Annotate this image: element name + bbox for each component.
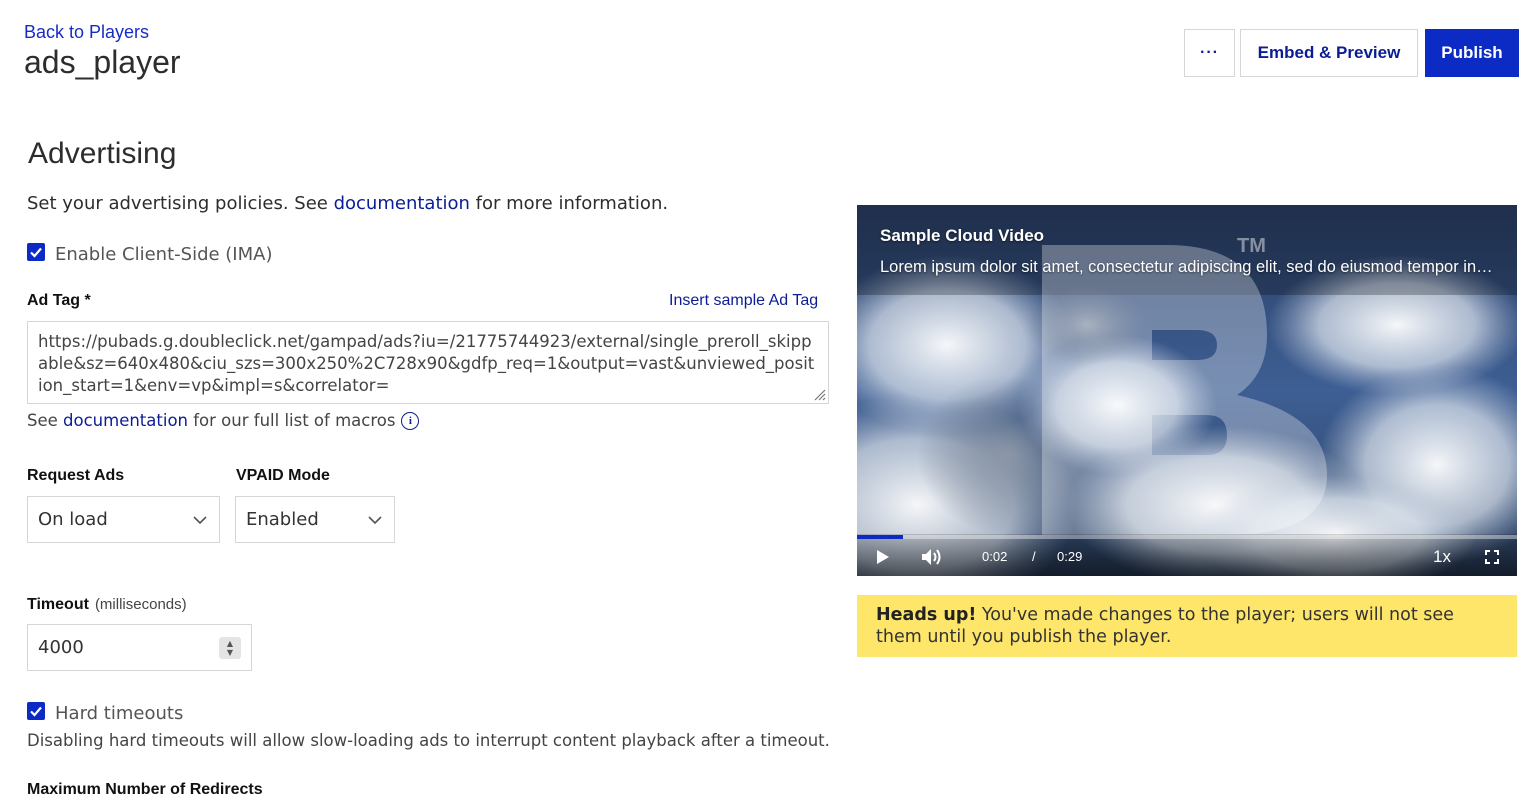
request-ads-select[interactable]: On load	[27, 496, 220, 543]
ad-tag-value: https://pubads.g.doubleclick.net/gampad/…	[38, 332, 815, 395]
intro-text: Set your advertising policies. See	[27, 193, 334, 214]
chevron-down-icon	[193, 515, 207, 524]
back-to-players-link[interactable]: Back to Players	[24, 22, 149, 43]
progress-fill	[857, 535, 904, 539]
publish-button[interactable]: Publish	[1425, 29, 1519, 77]
ad-tag-textarea[interactable]: https://pubads.g.doubleclick.net/gampad/…	[27, 321, 829, 404]
volume-icon[interactable]	[921, 547, 943, 567]
trademark: TM	[1237, 235, 1266, 257]
timeout-unit: (milliseconds)	[94, 596, 187, 613]
enable-ima-label: Enable Client-Side (IMA)	[55, 244, 273, 265]
logo-watermark: TM	[1037, 235, 1347, 535]
intro-suffix: for more information.	[469, 193, 669, 214]
check-icon	[30, 247, 42, 258]
insert-sample-ad-tag-link[interactable]: Insert sample Ad Tag	[669, 292, 818, 310]
video-description: Lorem ipsum dolor sit amet, consectetur …	[880, 258, 1495, 276]
macro-prefix: See	[27, 411, 64, 430]
hard-timeouts-hint: Disabling hard timeouts will allow slow-…	[27, 731, 830, 750]
check-icon	[30, 706, 42, 717]
hard-timeouts-checkbox[interactable]	[27, 702, 45, 720]
stepper-up-icon[interactable]: ▲	[227, 639, 233, 648]
info-icon[interactable]: i	[401, 411, 420, 430]
timeout-value: 4000	[38, 637, 84, 658]
notice-title: Heads up!	[876, 605, 977, 625]
timeout-input[interactable]: 4000 ▲ ▼	[27, 624, 252, 671]
embed-preview-button[interactable]: Embed & Preview	[1240, 29, 1418, 77]
video-player[interactable]: TM Sample Cloud Video Lorem ipsum dolor …	[857, 205, 1517, 576]
vpaid-mode-label: VPAID Mode	[236, 467, 330, 484]
page-title: ads_player	[24, 44, 181, 80]
vpaid-mode-value: Enabled	[246, 509, 319, 530]
timeout-label-text: Timeout	[27, 596, 89, 613]
documentation-link[interactable]: documentation	[334, 193, 470, 214]
playback-speed-button[interactable]: 1x	[1433, 547, 1451, 567]
current-time: 0:02	[982, 549, 1008, 564]
hard-timeouts-label: Hard timeouts	[55, 703, 184, 724]
ad-tag-label: Ad Tag *	[27, 292, 91, 309]
time-separator: /	[1032, 549, 1036, 564]
macro-suffix: for our full list of macros	[188, 411, 396, 430]
section-intro: Set your advertising policies. See docum…	[27, 193, 668, 214]
timeout-label: Timeout (milliseconds)	[27, 596, 187, 614]
macro-documentation-link[interactable]: documentation	[63, 411, 188, 430]
progress-bar[interactable]	[857, 535, 1517, 539]
stepper-down-icon[interactable]: ▼	[227, 648, 233, 657]
section-title: Advertising	[28, 137, 177, 170]
enable-ima-checkbox[interactable]	[27, 243, 45, 261]
unpublished-changes-notice: Heads up! You've made changes to the pla…	[857, 595, 1517, 657]
video-title: Sample Cloud Video	[880, 226, 1045, 245]
play-icon[interactable]	[876, 549, 890, 565]
control-bar	[857, 534, 1517, 576]
more-options-button[interactable]: ···	[1184, 29, 1235, 77]
vpaid-mode-select[interactable]: Enabled	[235, 496, 395, 543]
request-ads-label: Request Ads	[27, 467, 125, 484]
brand-logo-icon	[1042, 245, 1327, 535]
request-ads-value: On load	[38, 509, 108, 530]
macro-note: See documentation for our full list of m…	[27, 411, 420, 430]
duration: 0:29	[1057, 549, 1083, 564]
fullscreen-icon[interactable]	[1485, 550, 1499, 564]
max-redirects-label: Maximum Number of Redirects	[27, 781, 263, 796]
number-stepper[interactable]: ▲ ▼	[219, 636, 241, 659]
chevron-down-icon	[368, 515, 382, 524]
resize-grip-icon[interactable]	[812, 387, 826, 401]
